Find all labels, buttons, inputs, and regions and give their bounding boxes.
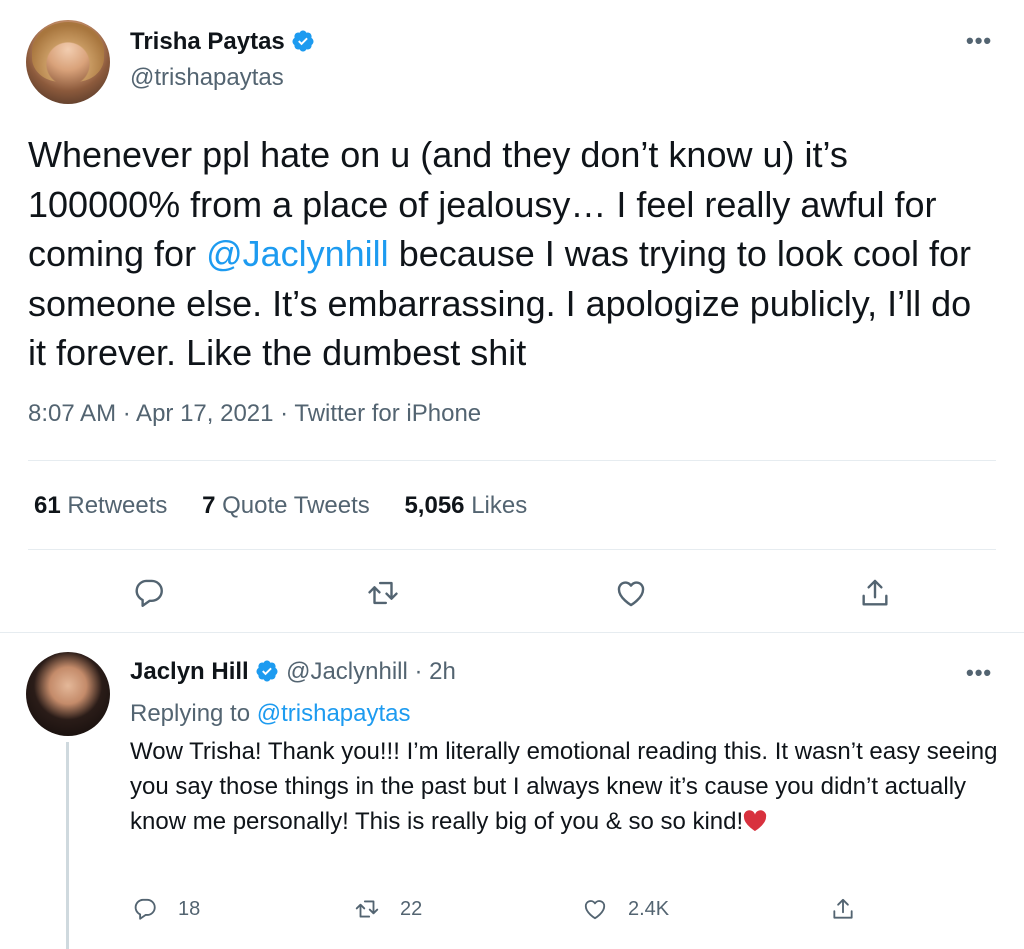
author-avatar[interactable] (26, 20, 110, 104)
reply-text: Wow Trisha! Thank you!!! I’m literally e… (130, 734, 1000, 839)
retweet-count: 22 (400, 897, 423, 920)
reply-icon[interactable] (132, 896, 158, 922)
like-count: 2.4K (628, 897, 670, 920)
red-heart-emoji-icon (744, 810, 767, 831)
reply-author-name[interactable]: Jaclyn Hill (130, 658, 249, 685)
author-name-row[interactable]: Trisha Paytas (130, 28, 315, 56)
thread-line (66, 742, 69, 949)
retweets-stat[interactable]: 61 Retweets (34, 492, 167, 519)
share-icon[interactable] (830, 896, 856, 922)
reply-like-action[interactable]: 2.4K (582, 894, 669, 924)
reply-author-handle[interactable]: @Jaclynhill (286, 658, 408, 685)
retweet-icon[interactable] (366, 576, 400, 610)
like-icon[interactable] (582, 896, 608, 922)
replying-to-mention[interactable]: @trishapaytas (257, 700, 411, 727)
more-options-icon[interactable]: ••• (966, 28, 992, 54)
replying-to-prefix: Replying to (130, 700, 257, 727)
reply-retweet-action[interactable]: 22 (354, 894, 422, 924)
tweet-text: Whenever ppl hate on u (and they don’t k… (28, 130, 988, 378)
like-icon[interactable] (614, 576, 648, 610)
verified-badge-icon (256, 660, 278, 682)
reply-author-avatar[interactable] (26, 652, 110, 736)
engagement-stats: 61 Retweets 7 Quote Tweets 5,056 Likes (34, 492, 555, 520)
likes-stat[interactable]: 5,056 Likes (404, 492, 527, 519)
quote-tweets-stat[interactable]: 7 Quote Tweets (202, 492, 370, 519)
retweet-icon[interactable] (354, 896, 380, 922)
replying-to: Replying to @trishapaytas (130, 700, 411, 728)
author-name[interactable]: Trisha Paytas (130, 28, 285, 55)
divider (28, 549, 996, 550)
reply-reply-action[interactable]: 18 (132, 894, 200, 924)
verified-badge-icon (292, 30, 314, 52)
reply-text-body: Wow Trisha! Thank you!!! I’m literally e… (130, 738, 998, 835)
reply-share-action[interactable] (830, 894, 876, 924)
share-icon[interactable] (858, 576, 892, 610)
reply-header: Jaclyn Hill @Jaclynhill · 2h (130, 658, 456, 686)
tweet-timestamp[interactable]: 8:07 AM · Apr 17, 2021 · Twitter for iPh… (28, 400, 481, 428)
author-handle[interactable]: @trishapaytas (130, 64, 284, 92)
mention-link[interactable]: @Jaclynhill (206, 233, 389, 274)
reply-time[interactable]: · 2h (414, 658, 455, 685)
divider (28, 460, 996, 461)
divider (0, 632, 1024, 633)
reply-icon[interactable] (132, 576, 166, 610)
reply-count: 18 (178, 897, 201, 920)
reply-more-options-icon[interactable]: ••• (966, 660, 992, 686)
